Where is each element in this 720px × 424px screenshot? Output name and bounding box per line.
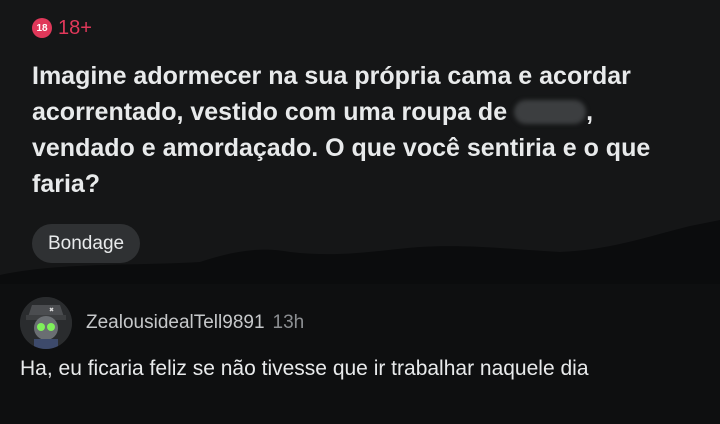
comment-body: Ha, eu ficaria feliz se não tivesse que …: [20, 357, 589, 380]
comment-timestamp: 13h: [272, 312, 305, 333]
comment: ZealousidealTell9891 13h Ha, eu ficaria …: [0, 284, 720, 424]
user-avatar-icon[interactable]: [20, 297, 72, 349]
comment-username[interactable]: ZealousidealTell9891: [86, 312, 265, 334]
redaction-scribble: [0, 220, 720, 300]
comment-meta: ZealousidealTell9891 13h: [86, 312, 304, 334]
